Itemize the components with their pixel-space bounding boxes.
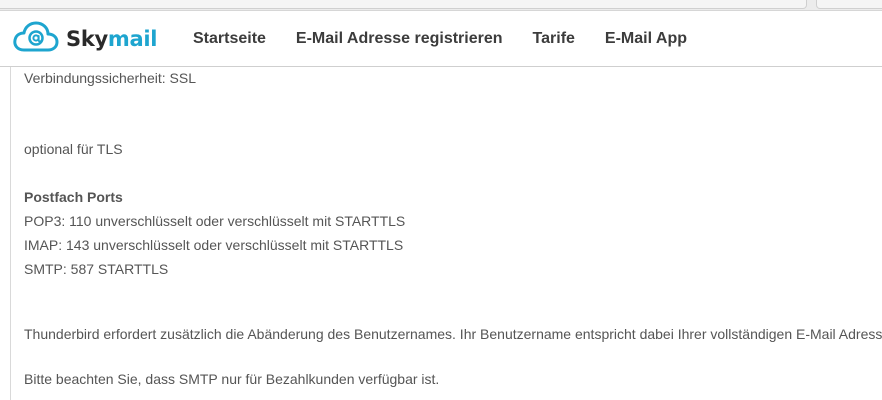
browser-tab-strip: [0, 0, 882, 11]
nav-email-app[interactable]: E-Mail App: [605, 30, 687, 48]
connection-security-text: Verbindungssicherheit: SSL: [24, 70, 196, 86]
browser-tab-right[interactable]: [816, 0, 882, 9]
optional-tls-text: optional für TLS: [24, 141, 123, 157]
pop3-port-text: POP3: 110 unverschlüsselt oder verschlüs…: [24, 213, 406, 229]
main-nav: Startseite E-Mail Adresse registrieren T…: [193, 11, 717, 66]
site-header: Skymail Startseite E-Mail Adresse regist…: [0, 11, 882, 67]
smtp-paid-note: Bitte beachten Sie, dass SMTP nur für Be…: [24, 371, 440, 387]
logo-text-mail: mail: [107, 26, 158, 51]
browser-tab[interactable]: [0, 0, 807, 9]
smtp-port-text: SMTP: 587 STARTTLS: [24, 261, 169, 277]
logo-wordmark: Skymail: [66, 25, 157, 50]
logo-text-sky: Sky: [66, 26, 108, 51]
cloud-at-icon: [12, 19, 60, 55]
skymail-logo[interactable]: Skymail: [12, 19, 157, 55]
nav-tarife[interactable]: Tarife: [533, 30, 575, 48]
article-content: Verbindungssicherheit: SSL optional für …: [10, 67, 882, 400]
nav-startseite[interactable]: Startseite: [193, 30, 266, 48]
nav-register-email[interactable]: E-Mail Adresse registrieren: [296, 30, 503, 48]
imap-port-text: IMAP: 143 unverschlüsselt oder verschlüs…: [24, 237, 404, 253]
ports-heading: Postfach Ports: [24, 189, 123, 205]
thunderbird-note: Thunderbird erfordert zusätzlich die Abä…: [24, 326, 882, 342]
